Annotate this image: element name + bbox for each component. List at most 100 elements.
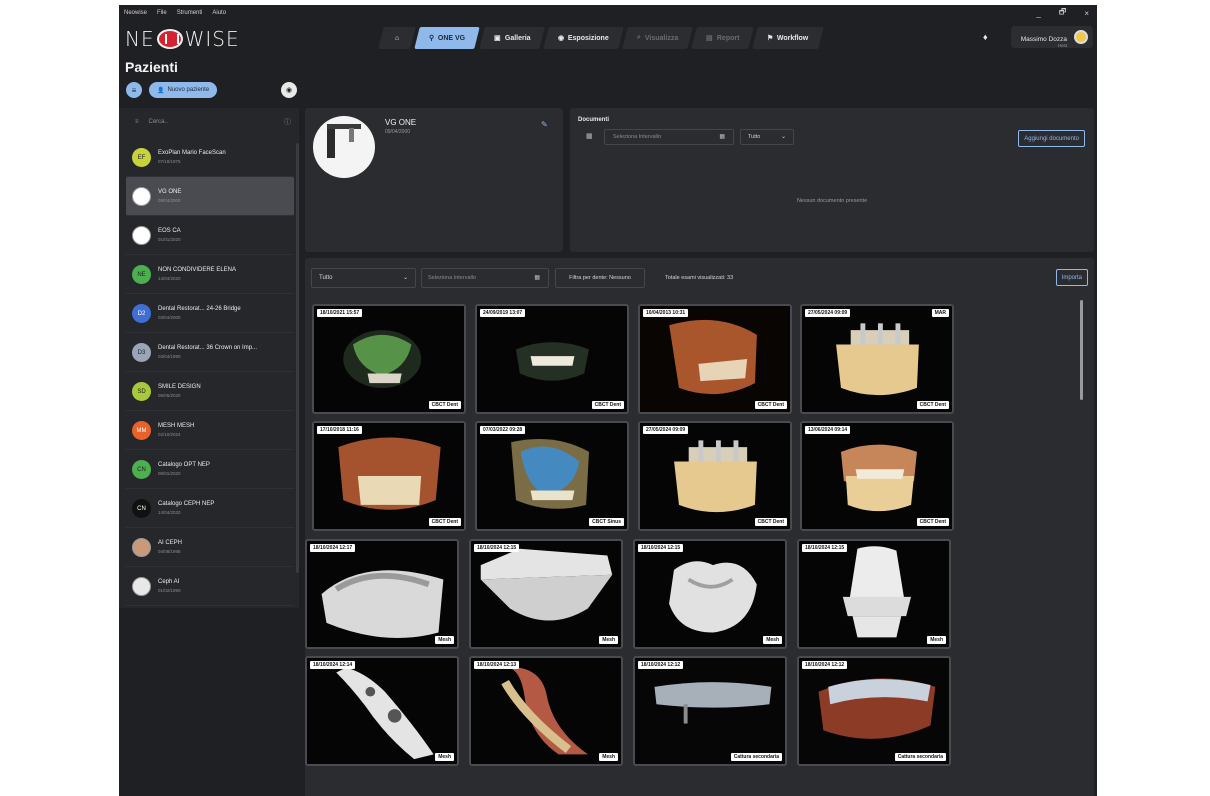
exam-tile[interactable]: 10/04/2013 10:31 CBCT Dent <box>638 304 792 414</box>
exam-tile[interactable]: 18/10/2024 12:15 Mesh <box>469 539 623 649</box>
import-button[interactable]: Importa <box>1055 269 1088 286</box>
minimize-button[interactable]: _ <box>1036 9 1040 18</box>
exam-range-input[interactable]: Seleziona Intervallo ▦ <box>421 268 549 288</box>
tab-exposure[interactable]: ◉ Esposizione <box>543 27 624 49</box>
list-item[interactable]: VG ONE 09/04/2000 <box>126 177 294 216</box>
screenshot-frame: Neowise File Strumenti Aiuto _ 🗗 × NE WIS… <box>0 0 1210 796</box>
menu-item-tools[interactable]: Strumenti <box>177 10 203 16</box>
exam-thumbnail <box>802 423 952 529</box>
list-item[interactable]: AI CEPH 04/08/1998 <box>126 528 294 567</box>
app-window: Neowise File Strumenti Aiuto _ 🗗 × NE WIS… <box>119 5 1097 796</box>
exam-tile[interactable]: 17/10/2018 11:16 CBCT Dent <box>312 421 466 531</box>
patient-list-date: 08/01/2020 <box>158 471 181 476</box>
exam-type-label: Mesh <box>763 636 782 644</box>
list-view-button[interactable]: ≡ <box>126 82 142 98</box>
patient-list-name: Catalogo OPT NEP <box>158 462 210 468</box>
report-icon: ▤ <box>706 35 713 42</box>
patient-icon: ⚲ <box>429 35 435 42</box>
exam-thumbnail <box>471 658 621 764</box>
list-item[interactable]: EF ExoPlan Mario FaceScan 07/10/1975 <box>126 138 294 177</box>
tab-gallery[interactable]: ▣ Galleria <box>478 27 545 49</box>
patient-birthdate: 09/04/2000 <box>385 129 411 135</box>
exam-date: 18/10/2024 12:15 <box>474 544 520 552</box>
documents-filter-select[interactable]: Tutto ⌄ <box>740 129 794 145</box>
tab-view[interactable]: ⌕ Visualizza <box>622 27 693 49</box>
avatar: D2 <box>132 304 151 323</box>
exams-panel: Tutto ⌄ Seleziona Intervallo ▦ Filtra per … <box>305 258 1094 796</box>
add-user-icon: 👤 <box>157 87 165 94</box>
list-item[interactable]: MM MESH MESH 02/10/2024 <box>126 411 294 450</box>
tab-patient[interactable]: ⚲ ONE VG <box>414 27 481 49</box>
list-item[interactable]: NE NON CONDIVIDERE ELENA 14/04/2020 <box>126 255 294 294</box>
tab-report[interactable]: ▤ Report <box>691 27 755 49</box>
exam-tile[interactable]: 27/05/2024 09:09 CBCT Dent MAR <box>800 304 954 414</box>
bell-icon[interactable]: ♦ <box>983 32 988 42</box>
list-item[interactable]: Ceph AI 01/02/1990 <box>126 567 294 606</box>
list-item[interactable]: D2 Dental Restorat... 24-26 Bridge 03/04/2… <box>126 294 294 333</box>
patient-list-name: SMILE DESIGN <box>158 384 201 390</box>
list-item[interactable]: CN Catalogo OPT NEP 08/01/2020 <box>126 450 294 489</box>
tab-home[interactable]: ⌂ <box>378 27 416 49</box>
patient-search[interactable]: ≡ Cerca.. ⓘ <box>119 113 299 131</box>
edit-icon[interactable]: ✎ <box>541 120 548 129</box>
exam-date: 18/10/2024 12:13 <box>474 661 520 669</box>
patient-list-date: 03/04/1990 <box>158 354 181 359</box>
sidebar-scrollbar[interactable] <box>296 143 299 573</box>
exam-type-label: CBCT Dent <box>916 518 949 526</box>
exam-tile[interactable]: 18/10/2024 12:17 Mesh <box>305 539 459 649</box>
menu-item-file[interactable]: File <box>157 10 167 16</box>
exam-tile[interactable]: 07/03/2022 09:28 CBCT Sinus <box>475 421 629 531</box>
tooth-filter-button[interactable]: Filtra per dente: Nessuno <box>555 268 645 288</box>
exam-type-label: CBCT Dent <box>591 401 624 409</box>
patient-name: VG ONE <box>385 118 417 127</box>
user-role: Host <box>1057 43 1067 48</box>
exams-scrollbar[interactable] <box>1080 300 1083 400</box>
menu-item-help[interactable]: Aiuto <box>212 10 226 16</box>
exam-tile[interactable]: 18/10/2024 12:12 Cattura secondaria <box>633 656 787 766</box>
exam-tile[interactable]: 27/05/2024 09:09 CBCT Dent <box>638 421 792 531</box>
patient-list-name: VG ONE <box>158 189 182 195</box>
exam-tile[interactable]: 18/10/2024 12:15 Mesh <box>797 539 951 649</box>
exam-date: 18/10/2024 12:12 <box>802 661 848 669</box>
patient-list-name: MESH MESH <box>158 423 195 429</box>
user-avatar <box>1074 30 1088 44</box>
eye-icon: ◉ <box>285 87 293 94</box>
list-item[interactable]: EOS CA 01/01/2020 <box>126 216 294 255</box>
user-menu[interactable]: Massimo Dozza Host <box>1011 26 1093 48</box>
exam-tile[interactable]: 18/10/2021 15:57 CBCT Dent <box>312 304 466 414</box>
visibility-button[interactable]: ◉ <box>281 82 297 98</box>
exam-type-label: CBCT Sinus <box>589 518 624 526</box>
new-patient-button[interactable]: 👤 Nuovo paziente <box>149 82 218 98</box>
add-document-button[interactable]: Aggiungi documento <box>1018 130 1085 147</box>
tab-workflow[interactable]: ⚑ Workflow <box>752 27 824 49</box>
exam-tile[interactable]: 18/10/2024 12:13 Mesh <box>469 656 623 766</box>
exam-tile[interactable]: 18/10/2024 12:15 Mesh <box>633 539 787 649</box>
exam-tile[interactable]: 24/09/2019 13:07 CBCT Dent <box>475 304 629 414</box>
exam-thumbnail <box>314 306 464 412</box>
documents-range-input[interactable]: Seleziona Intervallo ▦ <box>604 129 734 145</box>
list-item[interactable]: SD SMILE DESIGN 06/05/2020 <box>126 372 294 411</box>
list-item[interactable]: D3 Dental Restorat... 36 Crown on Imp... 0… <box>126 333 294 372</box>
neowise-logo: NE WISE <box>125 27 240 51</box>
list-item[interactable]: CN Catalogo CEPH NEP 14/04/2020 <box>126 489 294 528</box>
search-input[interactable]: Cerca.. <box>149 119 168 125</box>
avatar <box>132 187 151 206</box>
exam-tile[interactable]: 18/10/2024 12:12 Cattura secondaria <box>797 656 951 766</box>
exam-type-label: CBCT Dent <box>754 518 787 526</box>
exam-thumbnail <box>307 541 457 647</box>
exam-date: 07/03/2022 09:28 <box>480 426 526 434</box>
exam-type-label: Mesh <box>599 753 618 761</box>
info-icon[interactable]: ⓘ <box>284 117 291 127</box>
exam-thumbnail <box>640 423 790 529</box>
exam-type-select[interactable]: Tutto ⌄ <box>311 268 416 288</box>
exam-tile[interactable]: 18/10/2024 12:14 Mesh <box>305 656 459 766</box>
calendar-icon: ▦ <box>719 134 725 140</box>
close-button[interactable]: × <box>1084 9 1089 18</box>
restore-button[interactable]: 🗗 <box>1059 6 1067 20</box>
menu-item-app[interactable]: Neowise <box>124 10 147 16</box>
exam-tile[interactable]: 13/06/2024 09:14 CBCT Dent <box>800 421 954 531</box>
calendar-icon[interactable]: ▦ <box>586 132 593 140</box>
exam-thumbnail <box>802 306 952 412</box>
exam-thumbnail <box>799 658 949 764</box>
filter-icon[interactable]: ≡ <box>135 119 139 125</box>
